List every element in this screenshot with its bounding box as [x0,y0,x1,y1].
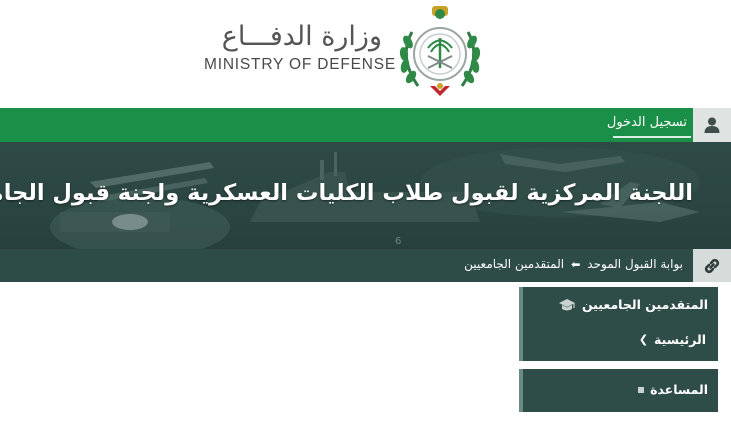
login-underline [613,136,691,138]
side-menu-item-help-label: المساعدة [650,382,708,397]
site-header: وزارة الدفـــاع MINISTRY OF DEFENSE [0,0,731,108]
side-menu-help: المساعدة [519,369,718,412]
side-menu-item-help[interactable]: المساعدة [638,382,708,397]
breadcrumb-item-graduates[interactable]: المتقدمين الجامعيين [464,257,564,271]
banner-title: اللجنة المركزية لقبول طلاب الكليات العسك… [0,180,693,206]
side-menu-title: المتقدمين الجامعيين [558,297,708,312]
user-icon[interactable] [693,108,731,142]
hero-banner: 6 اللجنة المركزية لقبول طلاب الكليات الع… [0,142,731,249]
graduation-cap-icon [558,298,575,310]
breadcrumb-item-portal[interactable]: بوابة القبول الموحد [587,257,683,271]
side-menu-item-home-label: الرئيسية [654,332,706,347]
breadcrumb-bar: بوابة القبول الموحد ⬅ المتقدمين الجامعيي… [0,249,731,282]
ministry-emblem-icon [399,6,481,96]
ministry-name-arabic: وزارة الدفـــاع [221,21,382,52]
link-icon [693,249,731,282]
side-menu-item-home[interactable]: ❯ الرئيسية [639,332,706,347]
ministry-name-english: MINISTRY OF DEFENSE [204,56,397,73]
side-menu-graduates: المتقدمين الجامعيين ❯ الرئيسية [519,287,718,361]
login-bar: تسجيل الدخول [0,108,731,142]
side-menu-title-label: المتقدمين الجامعيين [581,297,708,312]
square-bullet-icon [638,386,645,393]
chevron-right-icon: ❯ [638,333,649,346]
arrow-left-icon: ⬅ [571,257,581,271]
svg-text:6: 6 [395,236,401,247]
ministry-wordmark: وزارة الدفـــاع MINISTRY OF DEFENSE [196,20,397,74]
login-link[interactable]: تسجيل الدخول [607,115,687,130]
breadcrumb: بوابة القبول الموحد ⬅ المتقدمين الجامعيي… [464,257,683,271]
